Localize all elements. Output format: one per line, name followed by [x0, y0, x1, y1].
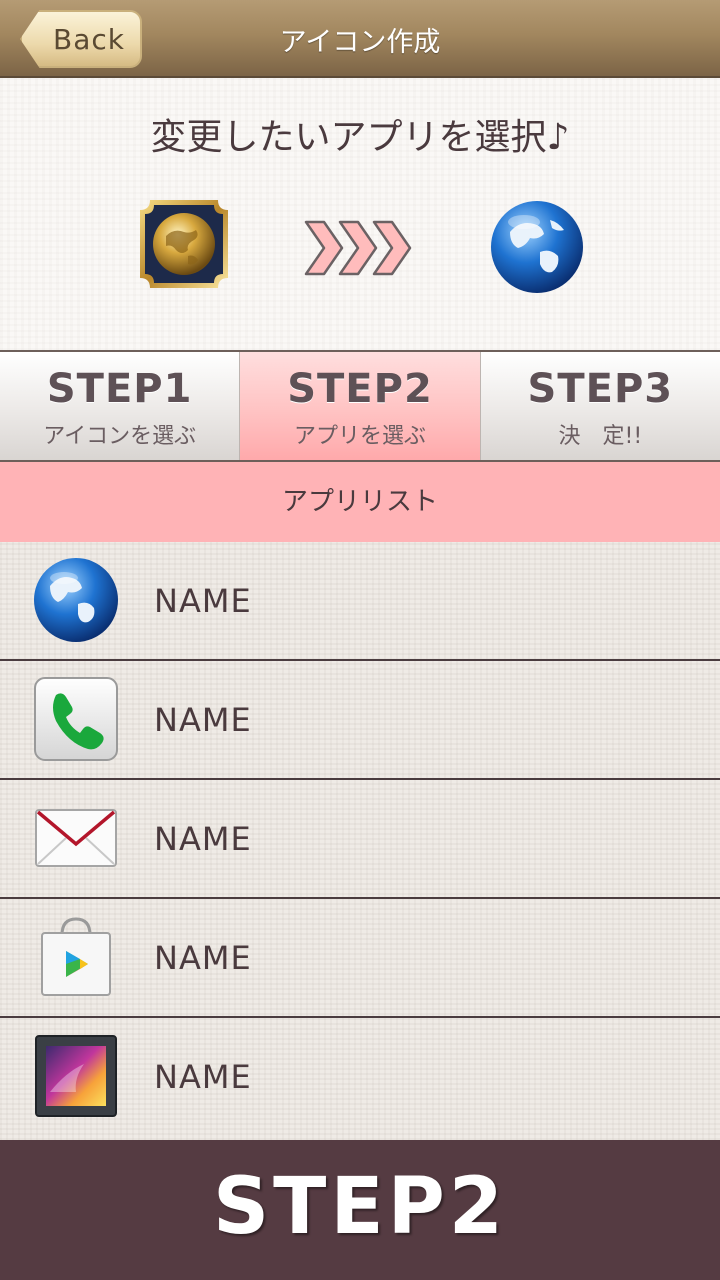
step1-title: STEP1 — [46, 366, 193, 412]
globe-icon — [491, 201, 583, 293]
footer-step-label: STEP2 — [212, 1162, 508, 1252]
gold-globe-icon — [140, 200, 228, 288]
step-footer: STEP2 — [0, 1140, 720, 1280]
phone-icon — [34, 677, 118, 761]
list-item[interactable]: NAME — [0, 661, 720, 780]
tab-step3[interactable]: STEP3 決 定!! — [479, 352, 720, 460]
list-item[interactable]: NAME — [0, 542, 720, 661]
triple-chevron-right-icon — [304, 220, 412, 276]
step1-subtitle: アイコンを選ぶ — [43, 424, 197, 449]
step2-subtitle: アプリを選ぶ — [293, 424, 426, 449]
tab-step2[interactable]: STEP2 アプリを選ぶ — [239, 352, 480, 460]
play-store-icon — [41, 917, 111, 996]
selection-panel: 変更したいアプリを選択♪ — [0, 78, 720, 350]
selection-title: 変更したいアプリを選択♪ — [150, 117, 570, 158]
app-list: NAME NAME NAME NAME NAME — [0, 542, 720, 1140]
app-screen: Back アイコン作成 変更したいアプリを選択♪ STEP1 アイコンを選ぶ S… — [0, 0, 720, 1280]
tab-step1[interactable]: STEP1 アイコンを選ぶ — [0, 352, 240, 460]
browser-globe-icon — [34, 558, 118, 642]
app-name: NAME — [154, 1058, 252, 1096]
page-title: アイコン作成 — [279, 27, 441, 58]
app-name: NAME — [154, 939, 252, 977]
mail-icon — [35, 809, 117, 867]
app-name: NAME — [154, 582, 252, 620]
list-item[interactable]: NAME — [0, 780, 720, 899]
gallery-icon — [35, 1035, 117, 1117]
app-name: NAME — [154, 820, 252, 858]
list-item[interactable]: NAME — [0, 1018, 720, 1137]
app-list-header: アプリリスト — [0, 462, 720, 542]
step3-title: STEP3 — [527, 366, 674, 412]
top-bar: Back アイコン作成 — [0, 0, 720, 78]
step2-title: STEP2 — [287, 366, 433, 412]
step-tabs: STEP1 アイコンを選ぶ STEP2 アプリを選ぶ STEP3 決 定!! — [0, 350, 720, 462]
list-item[interactable]: NAME — [0, 899, 720, 1018]
step3-subtitle: 決 定!! — [558, 424, 643, 449]
app-name: NAME — [154, 701, 252, 739]
